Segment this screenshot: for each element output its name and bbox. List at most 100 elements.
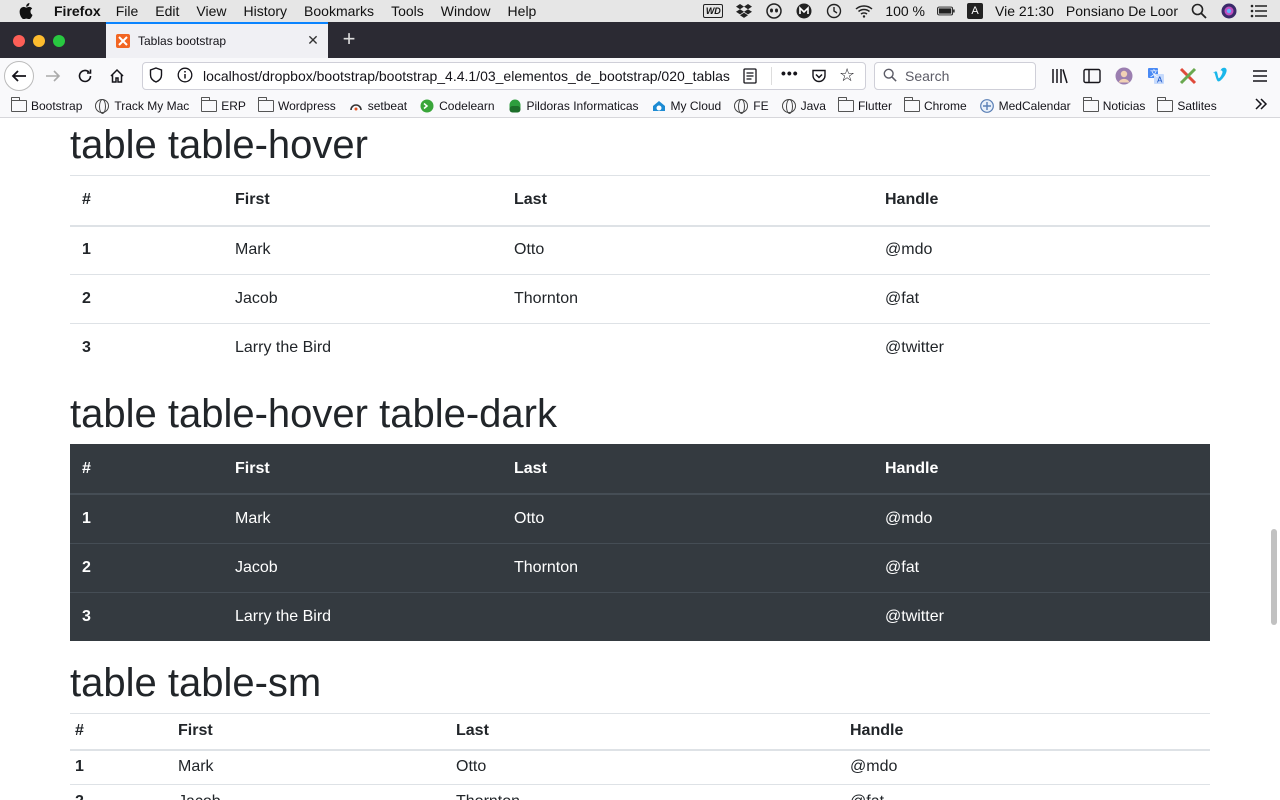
vimeo-extension-icon[interactable] [1210,66,1230,86]
sidebar-toggle-icon[interactable] [1082,66,1102,86]
window-close-button[interactable] [13,35,25,47]
time-machine-icon[interactable] [825,3,843,19]
wifi-icon[interactable] [855,4,873,18]
table-row[interactable]: 1 Mark Otto @mdo [70,749,1210,785]
input-source-icon[interactable]: A [967,3,984,19]
cell-last: Thornton [451,784,845,800]
bookmark-label: Codelearn [439,98,495,113]
cell-last: Otto [451,749,845,785]
site-info-icon[interactable] [177,67,193,86]
wd-drive-icon[interactable]: WD [703,4,724,18]
alien-icon[interactable] [765,3,783,19]
menu-history[interactable]: History [243,3,287,19]
forward-button[interactable] [38,61,68,91]
bookmarks-overflow-icon[interactable] [1254,97,1268,116]
table-row[interactable]: 2 Jacob Thornton @fat [70,542,1210,592]
home-button[interactable] [102,61,132,91]
dropbox-icon[interactable] [735,4,753,18]
cell-first: Mark [223,225,502,275]
spotlight-search-icon[interactable] [1190,3,1208,19]
profile-avatar-icon[interactable] [1114,66,1134,86]
apple-icon[interactable] [18,3,34,19]
cell-number: 1 [70,749,173,785]
bookmark-my-cloud[interactable]: My Cloud [651,99,721,113]
menu-view[interactable]: View [196,3,226,19]
menu-edit[interactable]: Edit [155,3,179,19]
table-row[interactable]: 1 Mark Otto @mdo [70,493,1210,543]
siri-icon[interactable] [1220,3,1238,19]
bookmark-erp[interactable]: ERP [201,96,246,113]
table-row[interactable]: 2 Jacob Thornton @fat [70,274,1210,324]
menubar-status-area: WD 100 % A Vie 21:30 Ponsiano De Loor [703,0,1268,22]
bookmark-flutter[interactable]: Flutter [837,96,892,113]
cell-first: Larry the Bird [223,323,502,373]
menu-tools[interactable]: Tools [391,3,424,19]
menu-help[interactable]: Help [508,3,537,19]
search-icon [883,68,897,85]
m-app-icon[interactable] [795,3,813,19]
tab-strip: Tablas bootstrap ✕ + [0,22,1280,58]
window-zoom-button[interactable] [53,35,65,47]
bookmark-setbeat[interactable]: setbeat [348,99,407,113]
table-row[interactable]: 3 Larry the Bird @twitter [70,323,1210,373]
menu-window[interactable]: Window [441,3,491,19]
table-hover: # First Last Handle 1 Mark Otto @mdo 2 J… [70,175,1210,373]
tab-title: Tablas bootstrap [138,34,227,48]
user-name[interactable]: Ponsiano De Loor [1066,3,1178,19]
reload-button[interactable] [70,61,100,91]
tools-extension-icon[interactable] [1178,66,1198,86]
table-row[interactable]: 1 Mark Otto @mdo [70,225,1210,275]
bookmark-satlites[interactable]: Satlites [1157,96,1217,113]
section-table-hover: table table-hover # First Last Handle 1 … [70,119,1210,373]
new-tab-button[interactable]: + [338,28,360,50]
table-header-row: # First Last Handle [70,175,1210,227]
menu-app-firefox[interactable]: Firefox [54,3,101,19]
notification-center-icon[interactable] [1250,4,1268,18]
tab-close-icon[interactable]: ✕ [306,33,320,47]
page-actions-menu-icon[interactable]: ••• [781,65,799,81]
xampp-favicon-icon [116,34,130,48]
bookmark-java[interactable]: Java [781,98,826,114]
tab-tablas-bootstrap[interactable]: Tablas bootstrap ✕ [106,22,328,58]
url-text[interactable]: localhost/dropbox/bootstrap/bootstrap_4.… [203,68,735,84]
library-icon[interactable] [1050,66,1070,86]
header-cell-first: First [173,713,451,751]
bookmark-pildoras-informaticas[interactable]: Pildoras Informaticas [507,99,639,113]
hamburger-menu-icon[interactable] [1250,66,1270,86]
bookmark-label: Wordpress [277,98,336,113]
folder-icon [11,96,27,112]
bookmark-wordpress[interactable]: Wordpress [257,96,336,113]
bookmark-codelearn[interactable]: Codelearn [419,98,495,113]
bookmark-medcalendar[interactable]: MedCalendar [979,99,1071,113]
back-button[interactable] [4,61,34,91]
bookmark-label: MedCalendar [998,98,1071,113]
bookmark-noticias[interactable]: Noticias [1082,96,1145,113]
header-cell-last: Last [451,713,845,751]
bookmark-track-my-mac[interactable]: Track My Mac [94,98,189,114]
header-cell-handle: Handle [873,444,1210,495]
pocket-icon[interactable] [811,68,827,84]
table-row[interactable]: 2 Jacob Thornton @fat [70,784,1210,800]
bookmark-fe[interactable]: FE [733,98,769,114]
menu-file[interactable]: File [116,3,139,19]
clock[interactable]: Vie 21:30 [995,3,1054,19]
battery-icon[interactable] [937,4,955,18]
url-bar[interactable]: localhost/dropbox/bootstrap/bootstrap_4.… [142,62,866,90]
bookmark-label: FE [753,98,769,113]
search-bar[interactable]: Search [874,62,1036,90]
bookmark-star-icon[interactable]: ☆ [839,65,855,85]
cloud-icon [651,99,667,112]
tracking-shield-icon[interactable] [149,66,165,86]
page-scrollbar[interactable] [1271,529,1277,625]
menu-bookmarks[interactable]: Bookmarks [304,3,374,19]
reader-view-icon[interactable] [743,68,759,84]
window-minimize-button[interactable] [33,35,45,47]
folder-icon [201,96,218,112]
translate-extension-icon[interactable]: 文A [1146,66,1166,86]
table-row[interactable]: 3 Larry the Bird @twitter [70,591,1210,641]
header-cell-number: # [70,444,223,495]
bookmark-label: Java [800,98,826,113]
bookmark-chrome[interactable]: Chrome [903,96,967,113]
bookmark-bootstrap[interactable]: Bootstrap [11,96,82,113]
header-cell-first: First [223,444,502,495]
